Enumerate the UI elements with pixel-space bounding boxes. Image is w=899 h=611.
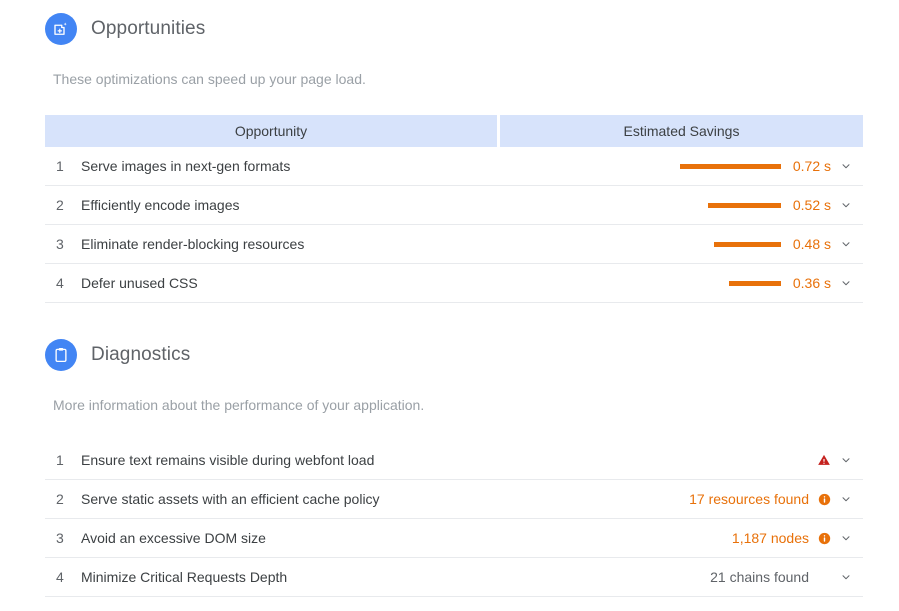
column-header-estimated-savings: Estimated Savings: [500, 115, 863, 147]
new-document-sparkle-icon: [45, 13, 77, 45]
table-row[interactable]: 4 Minimize Critical Requests Depth 21 ch…: [45, 557, 863, 597]
row-status-cell: 17 resources found: [557, 479, 863, 519]
table-row[interactable]: 2 Efficiently encode images 0.52 s: [45, 185, 863, 225]
row-status-value: 17 resources found: [689, 491, 809, 507]
diagnostics-table: 1 Ensure text remains visible during web…: [45, 441, 863, 597]
chevron-down-icon[interactable]: [839, 453, 853, 467]
diagnostics-description: More information about the performance o…: [53, 397, 425, 413]
savings-bar: [729, 280, 781, 286]
opportunities-table-header-row: Opportunity Estimated Savings: [45, 115, 863, 147]
row-savings-cell: 0.36 s: [500, 263, 863, 303]
table-row[interactable]: 1 Ensure text remains visible during web…: [45, 441, 863, 480]
table-row[interactable]: 3 Eliminate render-blocking resources 0.…: [45, 224, 863, 264]
savings-bar: [714, 241, 781, 247]
table-row[interactable]: 4 Defer unused CSS 0.36 s: [45, 263, 863, 303]
row-status-value: 1,187 nodes: [731, 530, 809, 546]
row-status-cell: 1,187 nodes: [557, 518, 863, 558]
savings-bar-track: [676, 280, 781, 286]
error-triangle-icon: [817, 453, 831, 467]
chevron-down-icon[interactable]: [839, 237, 853, 251]
chevron-down-icon[interactable]: [839, 531, 853, 545]
row-title[interactable]: Defer unused CSS: [77, 263, 497, 303]
row-index: 3: [45, 224, 77, 264]
savings-bar-track: [676, 241, 781, 247]
row-index: 1: [45, 147, 77, 186]
row-title[interactable]: Ensure text remains visible during webfo…: [77, 441, 557, 480]
opportunities-description: These optimizations can speed up your pa…: [53, 71, 366, 87]
page-title: Opportunities: [91, 18, 206, 39]
chevron-down-icon[interactable]: [839, 198, 853, 212]
table-row[interactable]: 1 Serve images in next-gen formats 0.72 …: [45, 147, 863, 186]
row-title[interactable]: Minimize Critical Requests Depth: [77, 557, 557, 597]
chevron-down-icon[interactable]: [839, 276, 853, 290]
row-index: 4: [45, 263, 77, 303]
savings-value: 0.52 s: [792, 197, 831, 213]
row-title[interactable]: Eliminate render-blocking resources: [77, 224, 497, 264]
row-savings-cell: 0.48 s: [500, 224, 863, 264]
opportunities-section-header: Opportunities: [45, 13, 205, 45]
savings-value: 0.36 s: [792, 275, 831, 291]
row-index: 2: [45, 479, 77, 519]
row-title[interactable]: Serve images in next-gen formats: [77, 147, 497, 186]
savings-bar: [680, 163, 781, 169]
info-circle-icon: [817, 531, 831, 545]
chevron-down-icon[interactable]: [839, 570, 853, 584]
row-status-cell: 21 chains found: [557, 557, 863, 597]
info-circle-icon: [817, 492, 831, 506]
clipboard-icon: [45, 339, 77, 371]
row-index: 1: [45, 441, 77, 480]
table-row[interactable]: 3 Avoid an excessive DOM size 1,187 node…: [45, 518, 863, 558]
diagnostics-table-body: 1 Ensure text remains visible during web…: [45, 441, 863, 597]
savings-bar-track: [676, 202, 781, 208]
chevron-down-icon[interactable]: [839, 159, 853, 173]
row-status-value: 21 chains found: [710, 569, 809, 585]
diagnostics-section-header: Diagnostics: [45, 339, 190, 371]
opportunities-table: Opportunity Estimated Savings 1 Serve im…: [45, 115, 863, 303]
row-index: 3: [45, 518, 77, 558]
row-index: 4: [45, 557, 77, 597]
column-header-opportunity: Opportunity: [45, 115, 497, 147]
savings-value: 0.48 s: [792, 236, 831, 252]
row-index: 2: [45, 185, 77, 225]
lighthouse-report-panel: Opportunities These optimizations can sp…: [0, 0, 899, 611]
row-savings-cell: 0.52 s: [500, 185, 863, 225]
row-title[interactable]: Avoid an excessive DOM size: [77, 518, 557, 558]
savings-bar: [708, 202, 781, 208]
row-title[interactable]: Serve static assets with an efficient ca…: [77, 479, 557, 519]
row-savings-cell: 0.72 s: [500, 147, 863, 186]
status-badge-placeholder: [817, 570, 831, 584]
opportunities-table-body: 1 Serve images in next-gen formats 0.72 …: [45, 147, 863, 303]
savings-bar-track: [676, 163, 781, 169]
row-title[interactable]: Efficiently encode images: [77, 185, 497, 225]
page-title: Diagnostics: [91, 344, 191, 365]
chevron-down-icon[interactable]: [839, 492, 853, 506]
row-status-cell: [557, 441, 863, 480]
savings-value: 0.72 s: [792, 158, 831, 174]
table-row[interactable]: 2 Serve static assets with an efficient …: [45, 479, 863, 519]
